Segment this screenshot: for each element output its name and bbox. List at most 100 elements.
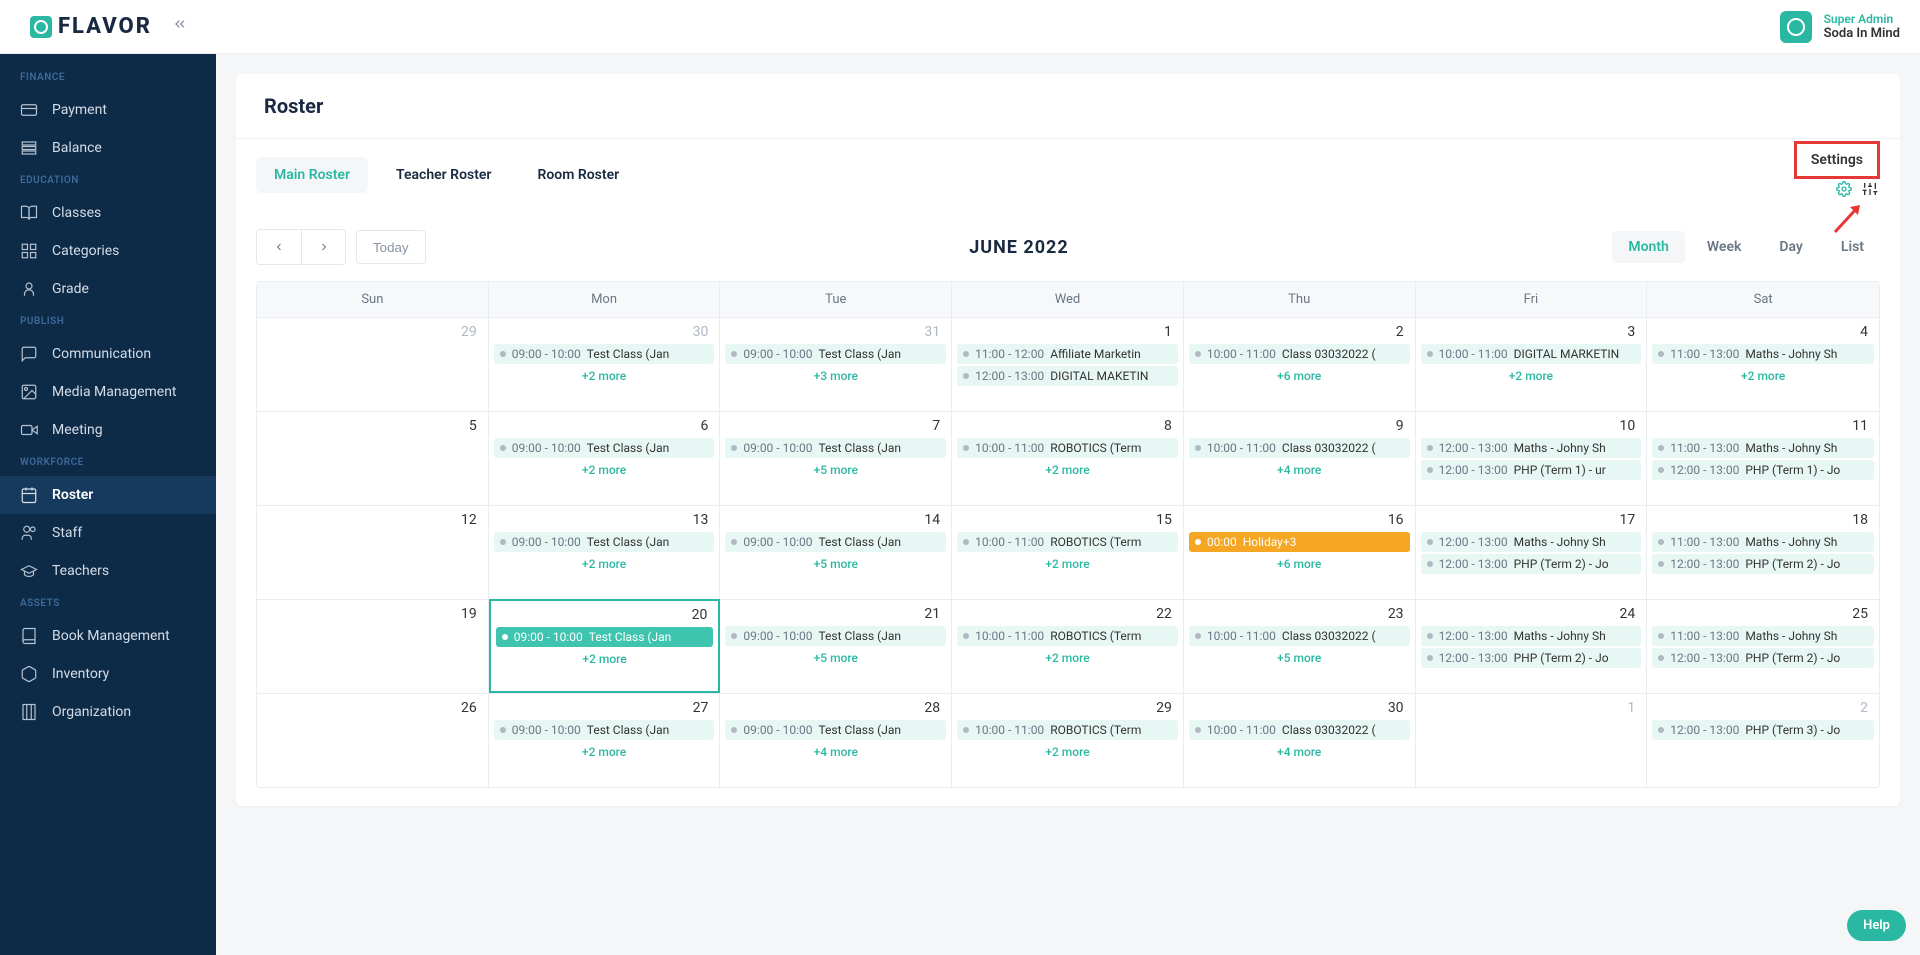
- calendar-cell[interactable]: 1: [1416, 693, 1648, 787]
- view-week[interactable]: Week: [1691, 231, 1758, 263]
- more-events-link[interactable]: +2 more: [955, 460, 1180, 480]
- calendar-cell[interactable]: 609:00 - 10:00Test Class (Jan+2 more: [489, 411, 721, 505]
- sidebar-item-communication[interactable]: Communication: [0, 335, 216, 373]
- calendar-event[interactable]: 09:00 - 10:00Test Class (Jan: [494, 720, 715, 740]
- calendar-cell[interactable]: 19: [257, 599, 489, 693]
- calendar-cell[interactable]: 1600:00Holiday+3+6 more: [1184, 505, 1416, 599]
- calendar-event[interactable]: 11:00 - 13:00Maths - Johny Sh: [1652, 438, 1874, 458]
- more-events-link[interactable]: +6 more: [1187, 366, 1412, 386]
- calendar-cell[interactable]: 2310:00 - 11:00Class 03032022 (+5 more: [1184, 599, 1416, 693]
- logo[interactable]: FLAVOR: [30, 14, 152, 39]
- calendar-event[interactable]: 10:00 - 11:00ROBOTICS (Term: [957, 438, 1178, 458]
- more-events-link[interactable]: +2 more: [492, 554, 717, 574]
- more-events-link[interactable]: +6 more: [1187, 554, 1412, 574]
- next-month-button[interactable]: [301, 230, 345, 264]
- calendar-event[interactable]: 12:00 - 13:00DIGITAL MAKETIN: [957, 366, 1178, 386]
- calendar-event[interactable]: 10:00 - 11:00Class 03032022 (: [1189, 720, 1410, 740]
- calendar-event[interactable]: 09:00 - 10:00Test Class (Jan: [725, 438, 946, 458]
- more-events-link[interactable]: +2 more: [492, 742, 717, 762]
- more-events-link[interactable]: +2 more: [955, 742, 1180, 762]
- calendar-event[interactable]: 12:00 - 13:00PHP (Term 3) - Jo: [1652, 720, 1874, 740]
- calendar-cell[interactable]: 1111:00 - 13:00Maths - Johny Sh12:00 - 1…: [1647, 411, 1879, 505]
- more-events-link[interactable]: +2 more: [492, 460, 717, 480]
- settings-button[interactable]: Settings: [1794, 141, 1880, 179]
- sidebar-item-staff[interactable]: Staff: [0, 514, 216, 552]
- sidebar-item-categories[interactable]: Categories: [0, 232, 216, 270]
- calendar-event[interactable]: 11:00 - 12:00Affiliate Marketin: [957, 344, 1178, 364]
- calendar-cell[interactable]: 2210:00 - 11:00ROBOTICS (Term+2 more: [952, 599, 1184, 693]
- today-button[interactable]: Today: [356, 230, 426, 264]
- calendar-cell[interactable]: 1712:00 - 13:00Maths - Johny Sh12:00 - 1…: [1416, 505, 1648, 599]
- calendar-event[interactable]: 11:00 - 13:00Maths - Johny Sh: [1652, 626, 1874, 646]
- calendar-cell[interactable]: 1012:00 - 13:00Maths - Johny Sh12:00 - 1…: [1416, 411, 1648, 505]
- calendar-event[interactable]: 09:00 - 10:00Test Class (Jan: [496, 627, 714, 647]
- calendar-event[interactable]: 12:00 - 13:00PHP (Term 2) - Jo: [1652, 648, 1874, 668]
- calendar-cell[interactable]: 810:00 - 11:00ROBOTICS (Term+2 more: [952, 411, 1184, 505]
- calendar-cell[interactable]: 2109:00 - 10:00Test Class (Jan+5 more: [720, 599, 952, 693]
- calendar-cell[interactable]: 2009:00 - 10:00Test Class (Jan+2 more: [489, 599, 721, 693]
- calendar-cell[interactable]: 709:00 - 10:00Test Class (Jan+5 more: [720, 411, 952, 505]
- calendar-event[interactable]: 10:00 - 11:00Class 03032022 (: [1189, 438, 1410, 458]
- more-events-link[interactable]: +5 more: [723, 554, 948, 574]
- gear-icon[interactable]: [1836, 181, 1852, 201]
- calendar-event[interactable]: 12:00 - 13:00PHP (Term 2) - Jo: [1652, 554, 1874, 574]
- calendar-cell[interactable]: 2809:00 - 10:00Test Class (Jan+4 more: [720, 693, 952, 787]
- sidebar-item-roster[interactable]: Roster: [0, 476, 216, 514]
- calendar-cell[interactable]: 2412:00 - 13:00Maths - Johny Sh12:00 - 1…: [1416, 599, 1648, 693]
- sidebar-item-grade[interactable]: Grade: [0, 270, 216, 308]
- calendar-cell[interactable]: 5: [257, 411, 489, 505]
- calendar-event[interactable]: 10:00 - 11:00ROBOTICS (Term: [957, 532, 1178, 552]
- calendar-event[interactable]: 09:00 - 10:00Test Class (Jan: [494, 438, 715, 458]
- calendar-cell[interactable]: 2709:00 - 10:00Test Class (Jan+2 more: [489, 693, 721, 787]
- calendar-cell[interactable]: 1409:00 - 10:00Test Class (Jan+5 more: [720, 505, 952, 599]
- calendar-cell[interactable]: 1811:00 - 13:00Maths - Johny Sh12:00 - 1…: [1647, 505, 1879, 599]
- calendar-event[interactable]: 09:00 - 10:00Test Class (Jan: [725, 626, 946, 646]
- calendar-cell[interactable]: 26: [257, 693, 489, 787]
- prev-month-button[interactable]: [257, 230, 301, 264]
- tab-main-roster[interactable]: Main Roster: [256, 157, 368, 193]
- calendar-event[interactable]: 12:00 - 13:00Maths - Johny Sh: [1421, 626, 1642, 646]
- calendar-event[interactable]: 09:00 - 10:00Test Class (Jan: [725, 720, 946, 740]
- sidebar-item-inventory[interactable]: Inventory: [0, 655, 216, 693]
- calendar-event[interactable]: 12:00 - 13:00PHP (Term 1) - ur: [1421, 460, 1642, 480]
- calendar-event[interactable]: 10:00 - 11:00ROBOTICS (Term: [957, 720, 1178, 740]
- calendar-event[interactable]: 11:00 - 13:00Maths - Johny Sh: [1652, 344, 1874, 364]
- calendar-event[interactable]: 09:00 - 10:00Test Class (Jan: [494, 344, 715, 364]
- view-day[interactable]: Day: [1763, 231, 1819, 263]
- sidebar-item-book-management[interactable]: Book Management: [0, 617, 216, 655]
- calendar-cell[interactable]: 3109:00 - 10:00Test Class (Jan+3 more: [720, 317, 952, 411]
- calendar-event[interactable]: 00:00Holiday+3: [1189, 532, 1410, 552]
- calendar-cell[interactable]: 310:00 - 11:00DIGITAL MARKETIN+2 more: [1416, 317, 1648, 411]
- calendar-cell[interactable]: 411:00 - 13:00Maths - Johny Sh+2 more: [1647, 317, 1879, 411]
- calendar-event[interactable]: 11:00 - 13:00Maths - Johny Sh: [1652, 532, 1874, 552]
- view-month[interactable]: Month: [1612, 231, 1685, 263]
- calendar-cell[interactable]: 29: [257, 317, 489, 411]
- calendar-cell[interactable]: 3009:00 - 10:00Test Class (Jan+2 more: [489, 317, 721, 411]
- calendar-cell[interactable]: 2511:00 - 13:00Maths - Johny Sh12:00 - 1…: [1647, 599, 1879, 693]
- calendar-event[interactable]: 10:00 - 11:00DIGITAL MARKETIN: [1421, 344, 1642, 364]
- more-events-link[interactable]: +2 more: [1650, 366, 1876, 386]
- tab-teacher-roster[interactable]: Teacher Roster: [378, 157, 509, 193]
- calendar-cell[interactable]: 1309:00 - 10:00Test Class (Jan+2 more: [489, 505, 721, 599]
- calendar-cell[interactable]: 1510:00 - 11:00ROBOTICS (Term+2 more: [952, 505, 1184, 599]
- more-events-link[interactable]: +2 more: [955, 554, 1180, 574]
- more-events-link[interactable]: +4 more: [1187, 460, 1412, 480]
- more-events-link[interactable]: +5 more: [723, 460, 948, 480]
- more-events-link[interactable]: +3 more: [723, 366, 948, 386]
- sidebar-item-balance[interactable]: Balance: [0, 129, 216, 167]
- calendar-event[interactable]: 12:00 - 13:00PHP (Term 2) - Jo: [1421, 648, 1642, 668]
- calendar-event[interactable]: 09:00 - 10:00Test Class (Jan: [494, 532, 715, 552]
- view-list[interactable]: List: [1825, 231, 1880, 263]
- calendar-event[interactable]: 10:00 - 11:00Class 03032022 (: [1189, 626, 1410, 646]
- more-events-link[interactable]: +2 more: [494, 649, 716, 669]
- calendar-cell[interactable]: 2910:00 - 11:00ROBOTICS (Term+2 more: [952, 693, 1184, 787]
- calendar-cell[interactable]: 212:00 - 13:00PHP (Term 3) - Jo: [1647, 693, 1879, 787]
- calendar-cell[interactable]: 3010:00 - 11:00Class 03032022 (+4 more: [1184, 693, 1416, 787]
- calendar-event[interactable]: 09:00 - 10:00Test Class (Jan: [725, 344, 946, 364]
- calendar-event[interactable]: 09:00 - 10:00Test Class (Jan: [725, 532, 946, 552]
- calendar-event[interactable]: 12:00 - 13:00PHP (Term 2) - Jo: [1421, 554, 1642, 574]
- calendar-event[interactable]: 10:00 - 11:00ROBOTICS (Term: [957, 626, 1178, 646]
- tab-room-roster[interactable]: Room Roster: [519, 157, 637, 193]
- sidebar-item-media-management[interactable]: Media Management: [0, 373, 216, 411]
- calendar-cell[interactable]: 910:00 - 11:00Class 03032022 (+4 more: [1184, 411, 1416, 505]
